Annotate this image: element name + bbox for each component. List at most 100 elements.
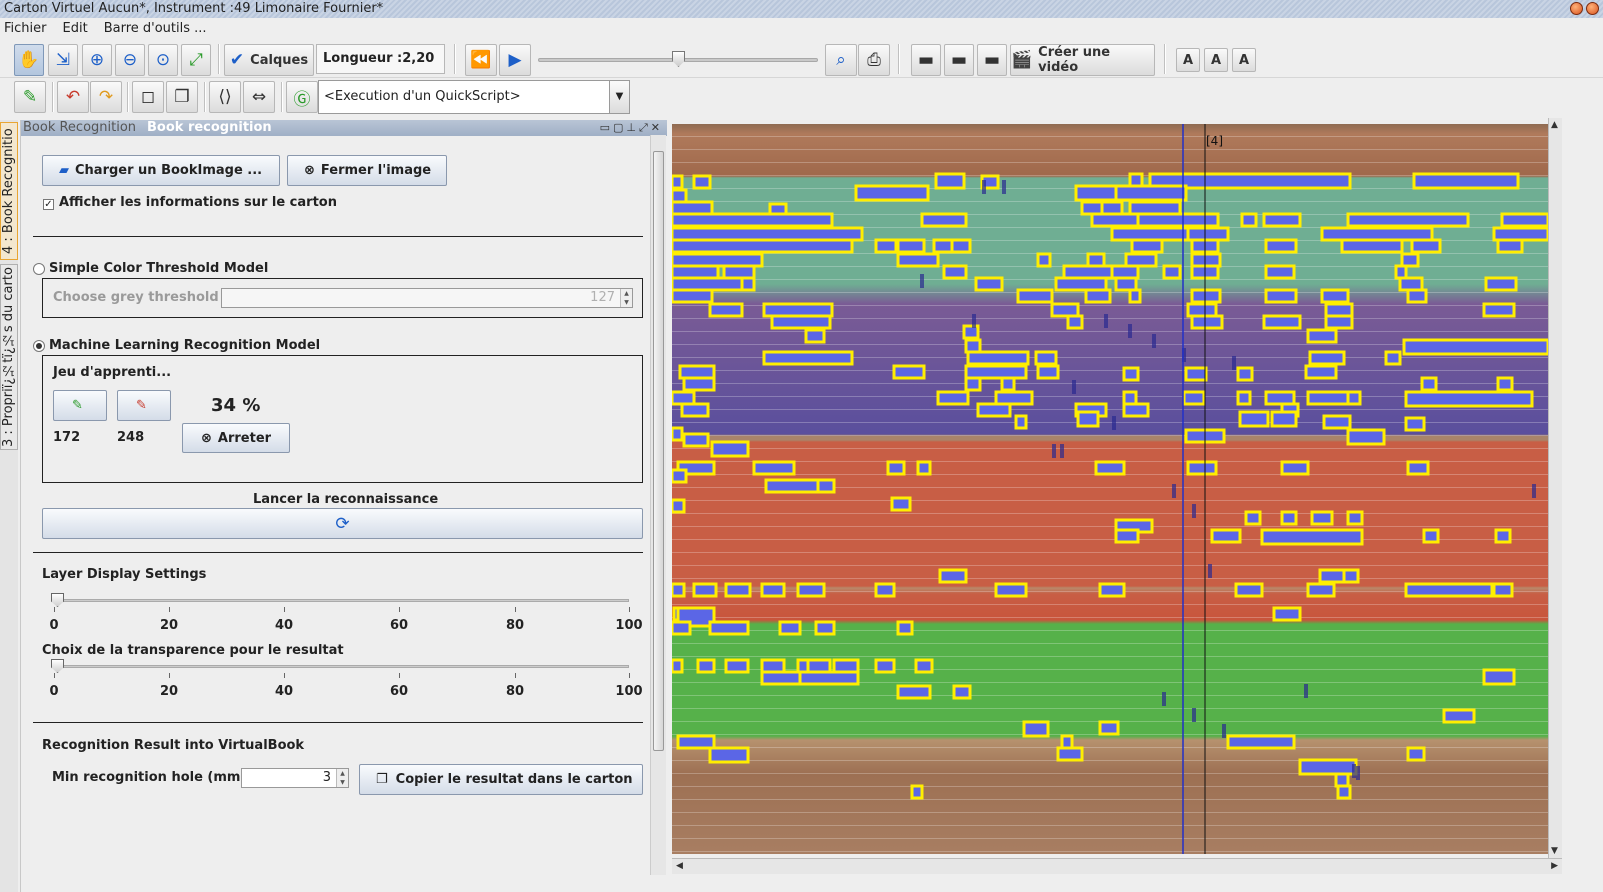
recognized-hole[interactable] [938,568,968,584]
layer-display-slider-thumb[interactable] [51,593,64,607]
recognized-hole[interactable] [896,620,914,636]
recognized-hole[interactable] [1084,288,1112,304]
recognized-hole[interactable] [804,328,826,344]
recognized-hole[interactable] [1400,252,1420,268]
recognized-hole[interactable] [1270,410,1298,428]
redo-button[interactable]: ↷ [90,81,122,113]
recognized-hole[interactable] [1340,238,1404,254]
recognized-hole[interactable] [1306,328,1338,344]
recognized-hole[interactable] [920,212,968,228]
recognized-hole[interactable] [1422,528,1440,544]
recognized-hole[interactable] [1186,226,1230,242]
recognized-hole[interactable] [672,226,864,242]
close-image-button[interactable]: ⊗ Fermer l'image [287,155,447,186]
recognized-hole[interactable] [1346,428,1386,446]
quickscript-select[interactable]: <Execution d'un QuickScript> ▼ [318,80,630,114]
recognized-hole[interactable] [914,658,934,674]
recognized-hole[interactable] [1182,390,1206,406]
recognized-hole[interactable] [672,426,684,442]
recognized-hole[interactable] [1236,390,1252,406]
recognized-hole[interactable] [1122,402,1150,418]
recognized-hole[interactable] [896,684,932,700]
recognized-hole[interactable] [762,302,834,318]
simple-model-radio[interactable] [33,263,45,275]
recognized-hole[interactable] [1114,528,1140,544]
playback-slider-thumb[interactable] [672,51,685,67]
recognized-hole[interactable] [814,620,836,636]
recognized-hole[interactable] [896,252,940,268]
zoom-in-button[interactable]: ⊕ [82,44,112,76]
recognized-hole[interactable] [672,238,854,254]
recognized-hole[interactable] [1420,376,1438,392]
recognized-hole[interactable] [724,582,752,598]
recognized-hole[interactable] [1036,364,1060,380]
recognized-hole[interactable] [1124,252,1158,268]
recognized-hole[interactable] [1404,416,1426,432]
scroll-up-icon[interactable]: ▲ [1551,120,1558,130]
recognized-hole[interactable] [1136,212,1220,228]
recognized-hole[interactable] [1324,314,1354,330]
recognized-hole[interactable] [1492,226,1548,242]
recognized-hole[interactable] [964,338,982,354]
recognized-hole[interactable] [672,264,720,280]
recognized-hole[interactable] [966,350,1030,366]
book-vertical-scrollbar[interactable]: ▲ ▼ [1548,118,1562,858]
copy-result-button[interactable]: ❐ Copier le resultat dans le carton [359,764,643,795]
transparency-slider[interactable] [57,665,629,668]
recognized-hole[interactable] [1098,582,1126,598]
recognized-hole[interactable] [1244,510,1262,526]
recognized-hole[interactable] [1128,288,1142,304]
recognized-hole[interactable] [964,376,982,392]
layers-button[interactable]: ✔ Calques [224,44,314,76]
recognized-hole[interactable] [1076,410,1100,428]
zoom-fit-button[interactable]: ⊙ [148,44,178,76]
recognized-hole[interactable] [1406,746,1426,762]
recognized-hole[interactable] [1320,226,1434,242]
recognized-hole[interactable] [682,376,716,392]
recognized-hole[interactable] [874,658,896,674]
recognized-hole[interactable] [916,460,932,476]
recognized-hole[interactable] [798,670,860,686]
recognized-hole[interactable] [1210,528,1242,544]
tool-button-2[interactable]: ▬ [944,44,974,76]
recognized-hole[interactable] [672,252,764,268]
recognized-hole[interactable] [760,582,786,598]
recognized-hole[interactable] [1262,212,1302,228]
recognized-hole[interactable] [1324,302,1354,318]
recognized-hole[interactable] [1298,758,1358,776]
recognized-hole[interactable] [1336,784,1352,800]
recognized-hole[interactable] [994,582,1028,598]
recognized-hole[interactable] [1130,238,1164,254]
ml-model-radio[interactable] [33,340,45,352]
recognized-hole[interactable] [1342,568,1360,584]
grey-threshold-spinner[interactable]: 127 ▲ ▼ [221,288,633,308]
recognized-hole[interactable] [770,314,832,330]
recognized-hole[interactable] [896,238,926,254]
panel-window-controls[interactable]: ▭▢⊥⤢✕ [600,120,663,135]
recognized-hole[interactable] [1060,734,1074,750]
recognized-hole[interactable] [724,658,750,674]
recognized-hole[interactable] [1114,276,1138,292]
recognized-hole[interactable] [1410,238,1442,254]
text-tool-1-button[interactable]: A [1176,48,1200,72]
recognized-hole[interactable] [1482,668,1516,686]
recognized-hole[interactable] [1062,264,1116,280]
recognized-hole[interactable] [1240,212,1258,228]
recognized-hole[interactable] [692,582,718,598]
recognized-hole[interactable] [778,620,802,636]
show-info-checkbox[interactable]: ✓ [43,199,54,210]
pencil-button[interactable]: ✎ [14,81,46,113]
recognized-hole[interactable] [910,784,924,800]
recognized-hole[interactable] [1050,302,1080,318]
load-bookimage-button[interactable]: ▰ Charger un BookImage ... [42,155,280,186]
recognized-hole[interactable] [740,276,756,292]
recognized-hole[interactable] [1186,460,1218,476]
recognized-hole[interactable] [1066,314,1084,330]
recognized-hole[interactable] [1100,200,1124,216]
recognized-hole[interactable] [1128,200,1182,216]
panel-scrollbar-thumb[interactable] [653,151,664,751]
recognized-hole[interactable] [1262,314,1302,330]
recognized-hole[interactable] [1494,528,1512,544]
recognized-hole[interactable] [1304,364,1338,380]
recognized-hole[interactable] [1384,350,1402,366]
